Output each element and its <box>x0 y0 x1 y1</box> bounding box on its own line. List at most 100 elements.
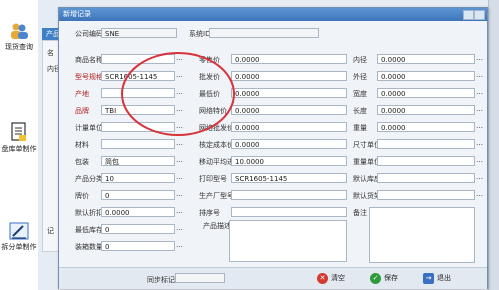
save-button[interactable]: ✓ 保存 <box>370 272 398 285</box>
col2-field-1[interactable]: 0.0000 <box>231 71 347 81</box>
col2-label-2: 最低价 <box>199 90 220 98</box>
col1-field-11[interactable]: 0 <box>101 241 175 251</box>
col1-label-3: 品牌 <box>75 107 89 115</box>
col1-field-2[interactable] <box>101 88 175 98</box>
col1-field-7[interactable]: 10 <box>101 173 175 183</box>
col3-lookup-button-3[interactable]: … <box>476 105 483 115</box>
col3-label-1: 外径 <box>353 73 367 81</box>
col3-field-3[interactable]: 0.0000 <box>377 105 475 115</box>
col2-label-7: 打印型号 <box>199 175 227 183</box>
col1-field-4[interactable] <box>101 122 175 132</box>
col1-field-9[interactable]: 0.0000 <box>101 207 175 217</box>
save-icon: ✓ <box>370 272 381 284</box>
save-button-label: 保存 <box>384 274 398 282</box>
sync-flag-label: 同步标记 <box>147 276 175 284</box>
col1-label-11: 装箱数量 <box>75 243 103 251</box>
col1-field-6[interactable]: 简包 <box>101 156 175 166</box>
clear-button-label: 清空 <box>331 274 345 282</box>
col2-field-9[interactable] <box>231 207 347 217</box>
col2-field-5[interactable]: 0.0000 <box>231 139 347 149</box>
col3-lookup-button-6[interactable]: … <box>476 156 483 166</box>
description-textarea[interactable] <box>229 220 347 262</box>
col2-label-9: 排序号 <box>199 209 220 217</box>
col1-field-3[interactable]: TBI <box>101 105 175 115</box>
col1-label-6: 包装 <box>75 158 89 166</box>
col2-field-3[interactable]: 0.0000 <box>231 105 347 115</box>
col2-field-6[interactable]: 10.0000 <box>231 156 347 166</box>
company-code-label: 公司编码 <box>75 30 103 38</box>
col2-field-0[interactable]: 0.0000 <box>231 54 347 64</box>
sidebar-item-split-order[interactable]: 拆分单制作 <box>1 222 37 252</box>
col3-lookup-button-7[interactable]: … <box>476 173 483 183</box>
app-sidebar: 现货查询 盘库单制作 拆分单制作 <box>0 0 39 290</box>
background-scrollbar[interactable] <box>488 0 499 290</box>
add-record-dialog: 新增记录 公司编码 SNE 系统ID 商品名称… 型号规格 SCR1605-1145… <box>58 7 488 289</box>
col1-lookup-button-4[interactable]: … <box>176 122 183 132</box>
system-id-label: 系统ID <box>189 30 211 38</box>
col1-lookup-button-9[interactable]: … <box>176 207 183 217</box>
col1-lookup-button-5[interactable]: … <box>176 139 183 149</box>
col3-label-4: 重量 <box>353 124 367 132</box>
col3-lookup-button-0[interactable]: … <box>476 54 483 64</box>
close-button[interactable] <box>474 10 485 20</box>
col1-field-1[interactable]: SCR1605-1145 <box>101 71 175 81</box>
col1-lookup-button-1[interactable]: … <box>176 71 183 81</box>
col2-field-8[interactable] <box>231 190 347 200</box>
exit-icon: → <box>423 272 434 284</box>
exit-button[interactable]: → 退出 <box>423 272 451 285</box>
col2-field-7[interactable]: SCR1605-1145 <box>231 173 347 183</box>
description-label: 产品描述 <box>203 222 231 230</box>
col1-label-7: 产品分类 <box>75 175 103 183</box>
col1-lookup-button-8[interactable]: … <box>176 190 183 200</box>
col3-field-7[interactable] <box>377 173 475 183</box>
col1-lookup-button-3[interactable]: … <box>176 105 183 115</box>
company-code-field[interactable]: SNE <box>101 28 177 38</box>
col1-label-5: 材料 <box>75 141 89 149</box>
col1-lookup-button-10[interactable]: … <box>176 224 183 234</box>
col2-label-0: 零售价 <box>199 56 220 64</box>
col1-field-8[interactable]: 0 <box>101 190 175 200</box>
col2-label-1: 批发价 <box>199 73 220 81</box>
col1-lookup-button-7[interactable]: … <box>176 173 183 183</box>
minimize-button[interactable] <box>463 10 474 20</box>
dialog-titlebar[interactable]: 新增记录 <box>59 8 487 21</box>
col3-lookup-button-1[interactable]: … <box>476 71 483 81</box>
exit-button-label: 退出 <box>437 274 451 282</box>
col1-lookup-button-0[interactable]: … <box>176 54 183 64</box>
col3-field-4[interactable]: 0.0000 <box>377 122 475 132</box>
col2-field-4[interactable]: 0.0000 <box>231 122 347 132</box>
col3-field-2[interactable]: 0.0000 <box>377 88 475 98</box>
col3-label-2: 宽度 <box>353 90 367 98</box>
sidebar-item-label: 盘库单制作 <box>1 145 37 153</box>
col3-field-6[interactable] <box>377 156 475 166</box>
col3-field-1[interactable]: 0.0000 <box>377 71 475 81</box>
col1-lookup-button-11[interactable]: … <box>176 241 183 251</box>
col3-field-8[interactable] <box>377 190 475 200</box>
clear-button[interactable]: ✕ 清空 <box>317 272 345 285</box>
col1-field-5[interactable] <box>101 139 175 149</box>
col1-label-10: 最低库存 <box>75 226 103 234</box>
system-id-field[interactable] <box>209 28 319 38</box>
col3-lookup-button-8[interactable]: … <box>476 190 483 200</box>
col1-field-10[interactable]: 0 <box>101 224 175 234</box>
col2-label-8: 生产厂型号 <box>199 192 234 200</box>
col1-label-4: 计量单位 <box>75 124 103 132</box>
col3-field-5[interactable] <box>377 139 475 149</box>
remarks-label: 备注 <box>353 209 367 217</box>
background-label-record: 记 <box>47 227 54 235</box>
col3-lookup-button-2[interactable]: … <box>476 88 483 98</box>
col2-label-4: 网络批发价 <box>199 124 234 132</box>
col3-lookup-button-5[interactable]: … <box>476 139 483 149</box>
col3-field-0[interactable]: 0.0000 <box>377 54 475 64</box>
col2-label-3: 网络特价 <box>199 107 227 115</box>
col3-lookup-button-4[interactable]: … <box>476 122 483 132</box>
sidebar-item-stock-query[interactable]: 现货查询 <box>1 22 37 52</box>
remarks-textarea[interactable] <box>369 207 475 263</box>
col1-label-2: 产地 <box>75 90 89 98</box>
col1-lookup-button-6[interactable]: … <box>176 156 183 166</box>
col1-field-0[interactable] <box>101 54 175 64</box>
col1-lookup-button-2[interactable]: … <box>176 88 183 98</box>
sync-flag-field[interactable] <box>175 273 225 283</box>
sidebar-item-inventory-count[interactable]: 盘库单制作 <box>1 122 37 154</box>
col2-field-2[interactable]: 0.0000 <box>231 88 347 98</box>
